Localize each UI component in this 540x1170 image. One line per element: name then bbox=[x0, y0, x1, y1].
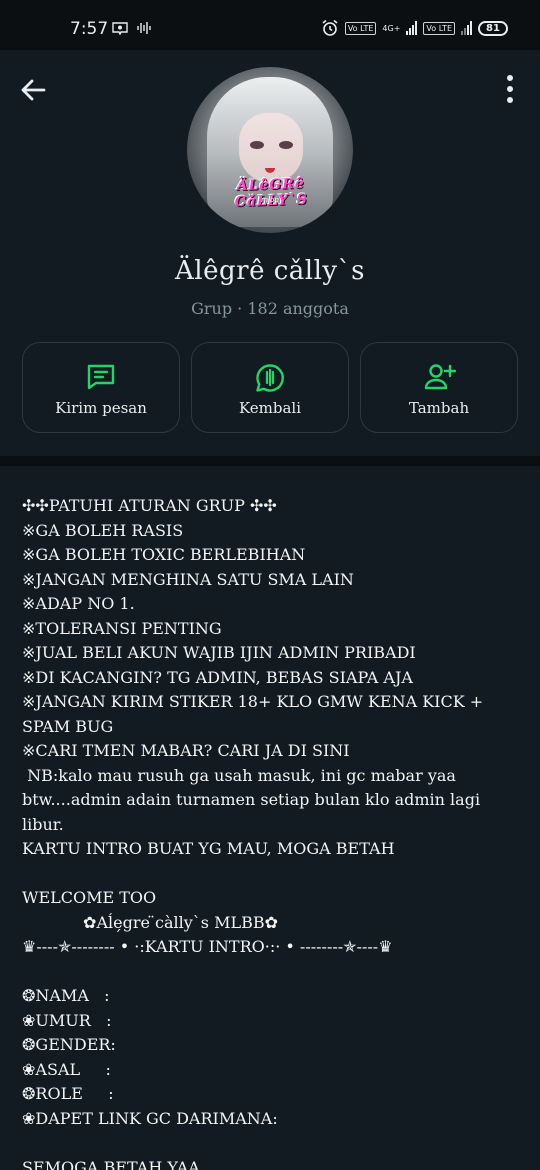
group-member-count: Grup · 182 anggota bbox=[191, 299, 349, 318]
volte-badge-1: Vo LTE bbox=[344, 21, 377, 35]
group-description-text[interactable]: ✣✣PATUHI ATURAN GRUP ✣✣ ※GA BOLEH RASIS … bbox=[22, 494, 520, 1170]
avatar[interactable]: ÄLêGRê CǎLLY`S mlbb bbox=[187, 67, 353, 233]
network-label: 4G+ bbox=[382, 23, 401, 33]
screen-cast-icon bbox=[112, 22, 128, 35]
group-description: ✣✣PATUHI ATURAN GRUP ✣✣ ※GA BOLEH RASIS … bbox=[0, 466, 540, 1170]
add-person-icon bbox=[424, 364, 456, 390]
whatsapp-call-icon bbox=[256, 364, 284, 392]
alarm-icon bbox=[322, 19, 338, 36]
back-call-label: Kembali bbox=[238, 399, 302, 417]
send-message-label: Kirim pesan bbox=[55, 399, 147, 417]
add-member-button[interactable]: Tambah bbox=[360, 342, 518, 433]
avatar-logo-text: ÄLêGRê CǎLLY`S bbox=[234, 175, 309, 211]
back-call-button[interactable]: Kembali bbox=[191, 342, 349, 433]
more-options-icon[interactable] bbox=[502, 72, 518, 106]
message-icon bbox=[87, 364, 115, 390]
status-notification-icons bbox=[112, 21, 152, 35]
back-arrow-icon[interactable] bbox=[18, 74, 50, 106]
avatar-eye bbox=[250, 141, 264, 149]
group-name: Älêgrê cǎlly`s bbox=[175, 256, 365, 286]
avatar-eye bbox=[279, 141, 293, 149]
status-right-icons: Vo LTE 4G+ Vo LTE 81 bbox=[321, 19, 508, 37]
action-buttons: Kirim pesan Kembali Tambah bbox=[22, 342, 518, 433]
battery-indicator: 81 bbox=[478, 20, 508, 36]
avatar-logo-sub: mlbb bbox=[261, 196, 279, 204]
send-message-button[interactable]: Kirim pesan bbox=[22, 342, 180, 433]
volte-badge-2: Vo LTE bbox=[423, 21, 455, 35]
group-info-header: ÄLêGRê CǎLLY`S mlbb Älêgrê cǎlly`s Grup … bbox=[0, 50, 540, 456]
add-member-label: Tambah bbox=[408, 399, 470, 417]
signal-icon-2 bbox=[461, 21, 472, 35]
audio-wave-icon bbox=[137, 22, 151, 34]
status-time: 7:57 bbox=[70, 19, 109, 39]
signal-icon bbox=[406, 21, 418, 35]
